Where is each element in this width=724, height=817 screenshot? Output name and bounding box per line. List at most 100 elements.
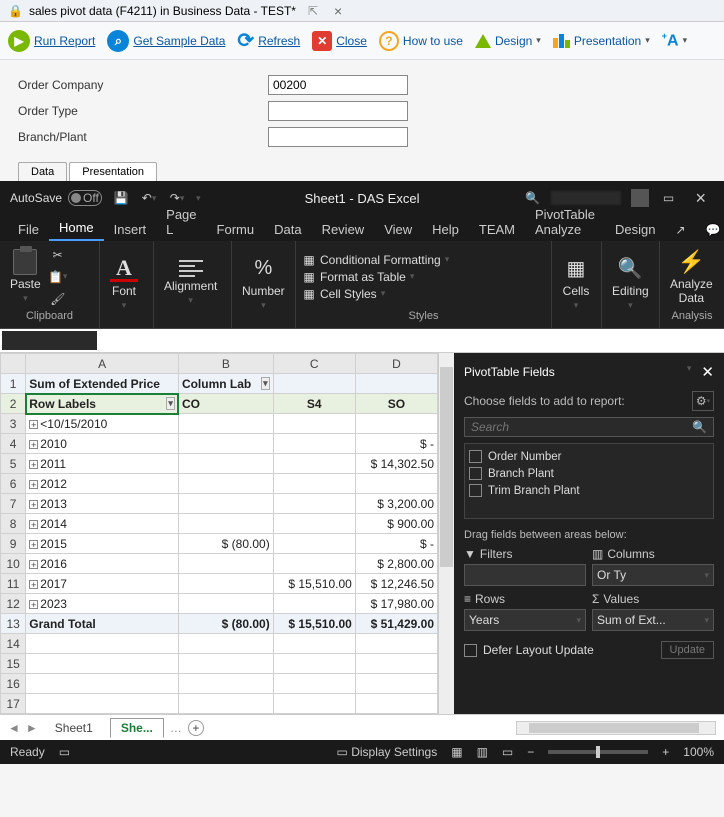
cell[interactable]: $ - xyxy=(355,434,437,454)
row-header[interactable]: 9 xyxy=(1,534,26,554)
cell[interactable]: +2012 xyxy=(26,474,179,494)
row-header[interactable]: 1 xyxy=(1,374,26,394)
cell[interactable] xyxy=(273,674,355,694)
copy-icon[interactable]: 📋▾ xyxy=(49,268,67,286)
row-header[interactable]: 2 xyxy=(1,394,26,414)
col-header-D[interactable]: D xyxy=(355,354,437,374)
add-sheet-button[interactable]: + xyxy=(188,720,204,736)
row-header[interactable]: 10 xyxy=(1,554,26,574)
cell[interactable] xyxy=(273,514,355,534)
cell[interactable]: $ (80.00) xyxy=(178,534,273,554)
font-style-button[interactable]: +A▾ xyxy=(662,31,687,50)
field-list[interactable]: Order NumberBranch PlantTrim Branch Plan… xyxy=(464,443,714,519)
cells-button[interactable]: ▦Cells▾ xyxy=(558,254,594,311)
cell[interactable] xyxy=(273,474,355,494)
cell[interactable]: $ 51,429.00 xyxy=(355,614,437,634)
cell[interactable] xyxy=(355,474,437,494)
cell[interactable] xyxy=(178,694,273,714)
columns-area[interactable]: Or Ty▾ xyxy=(592,564,714,586)
cell[interactable] xyxy=(178,514,273,534)
ribbon-mode-icon[interactable]: ▭ xyxy=(659,189,677,207)
editing-button[interactable]: 🔍Editing▾ xyxy=(608,254,653,311)
field-item[interactable]: Order Number xyxy=(469,448,709,465)
row-header[interactable]: 14 xyxy=(1,634,26,654)
cell[interactable] xyxy=(273,594,355,614)
tab-data[interactable]: Data xyxy=(264,218,311,241)
cell[interactable] xyxy=(355,694,437,714)
close-excel-icon[interactable]: × xyxy=(687,188,714,209)
cell[interactable]: +2023 xyxy=(26,594,179,614)
cell[interactable] xyxy=(26,654,179,674)
font-button[interactable]: AFont▾ xyxy=(106,255,142,311)
expand-icon[interactable]: + xyxy=(29,580,38,589)
cell[interactable] xyxy=(178,434,273,454)
cell[interactable]: $ 15,510.00 xyxy=(273,574,355,594)
zoom-out-button[interactable]: − xyxy=(527,745,534,759)
expand-icon[interactable]: + xyxy=(29,540,38,549)
values-area[interactable]: Sum of Ext...▾ xyxy=(592,609,714,631)
cell[interactable] xyxy=(178,454,273,474)
close-button[interactable]: ✕Close xyxy=(312,31,367,51)
cell[interactable]: +2013 xyxy=(26,494,179,514)
refresh-button[interactable]: ⟳Refresh xyxy=(237,28,300,53)
cell[interactable] xyxy=(178,494,273,514)
row-header[interactable]: 4 xyxy=(1,434,26,454)
tab-view[interactable]: View xyxy=(374,218,422,241)
tab-data[interactable]: Data xyxy=(18,162,67,181)
tab-review[interactable]: Review xyxy=(312,218,375,241)
account-name[interactable] xyxy=(551,191,621,205)
document-tab[interactable]: 🔒 sales pivot data (F4211) in Business D… xyxy=(0,3,350,19)
cell[interactable] xyxy=(178,654,273,674)
expand-icon[interactable]: + xyxy=(29,420,38,429)
pin-icon[interactable]: ⇱ xyxy=(308,4,318,18)
cell[interactable] xyxy=(273,554,355,574)
row-header[interactable]: 13 xyxy=(1,614,26,634)
cell[interactable]: $ 17,980.00 xyxy=(355,594,437,614)
alignment-button[interactable]: Alignment▾ xyxy=(160,260,221,306)
display-settings-button[interactable]: ▭ Display Settings xyxy=(337,745,438,759)
tab-page[interactable]: Page L xyxy=(156,203,206,241)
sheet-nav-prev[interactable]: ◄ xyxy=(8,721,20,735)
expand-icon[interactable]: + xyxy=(29,600,38,609)
cell[interactable]: +2015 xyxy=(26,534,179,554)
cell[interactable] xyxy=(178,594,273,614)
field-item[interactable]: Trim Branch Plant xyxy=(469,482,709,499)
view-normal-icon[interactable]: ▦ xyxy=(451,745,462,759)
sheet-nav-next[interactable]: ► xyxy=(26,721,38,735)
cell[interactable]: +2016 xyxy=(26,554,179,574)
cell[interactable]: $ 15,510.00 xyxy=(273,614,355,634)
cell[interactable]: +<10/15/2010 xyxy=(26,414,179,434)
conditional-formatting-button[interactable]: ▦Conditional Formatting▾ xyxy=(302,253,449,267)
cell[interactable]: Grand Total xyxy=(26,614,179,634)
cell[interactable] xyxy=(273,694,355,714)
save-icon[interactable]: 💾 xyxy=(112,189,130,207)
share-button[interactable]: ↗ xyxy=(665,219,695,241)
cell[interactable] xyxy=(178,574,273,594)
zoom-in-button[interactable]: + xyxy=(662,745,669,759)
number-button[interactable]: %Number▾ xyxy=(238,254,289,311)
avatar[interactable] xyxy=(631,189,649,207)
cell[interactable]: $ 900.00 xyxy=(355,514,437,534)
sheet-tab-2[interactable]: She... xyxy=(110,718,164,738)
cell[interactable] xyxy=(273,374,355,394)
spreadsheet-grid[interactable]: ABCD1Sum of Extended PriceColumn Lab▾2Ro… xyxy=(0,353,438,714)
cell[interactable] xyxy=(26,694,179,714)
autosave-toggle[interactable]: AutoSaveOff xyxy=(10,190,102,206)
row-header[interactable]: 15 xyxy=(1,654,26,674)
comments-button[interactable]: 💬 xyxy=(696,219,724,241)
filter-dropdown[interactable]: ▾ xyxy=(166,397,175,410)
tab-pivot-analyze[interactable]: PivotTable Analyze xyxy=(525,203,605,241)
tab-team[interactable]: TEAM xyxy=(469,218,525,241)
cell[interactable] xyxy=(273,454,355,474)
cell[interactable]: +2010 xyxy=(26,434,179,454)
cell[interactable] xyxy=(355,674,437,694)
pane-menu-icon[interactable]: ▾ xyxy=(687,363,692,381)
fields-search-input[interactable] xyxy=(471,420,692,434)
order-type-input[interactable] xyxy=(268,101,408,121)
select-all-cell[interactable] xyxy=(1,354,26,374)
row-header[interactable]: 16 xyxy=(1,674,26,694)
cell[interactable] xyxy=(178,474,273,494)
expand-icon[interactable]: + xyxy=(29,440,38,449)
cell[interactable] xyxy=(26,674,179,694)
horizontal-scrollbar[interactable] xyxy=(516,721,716,735)
